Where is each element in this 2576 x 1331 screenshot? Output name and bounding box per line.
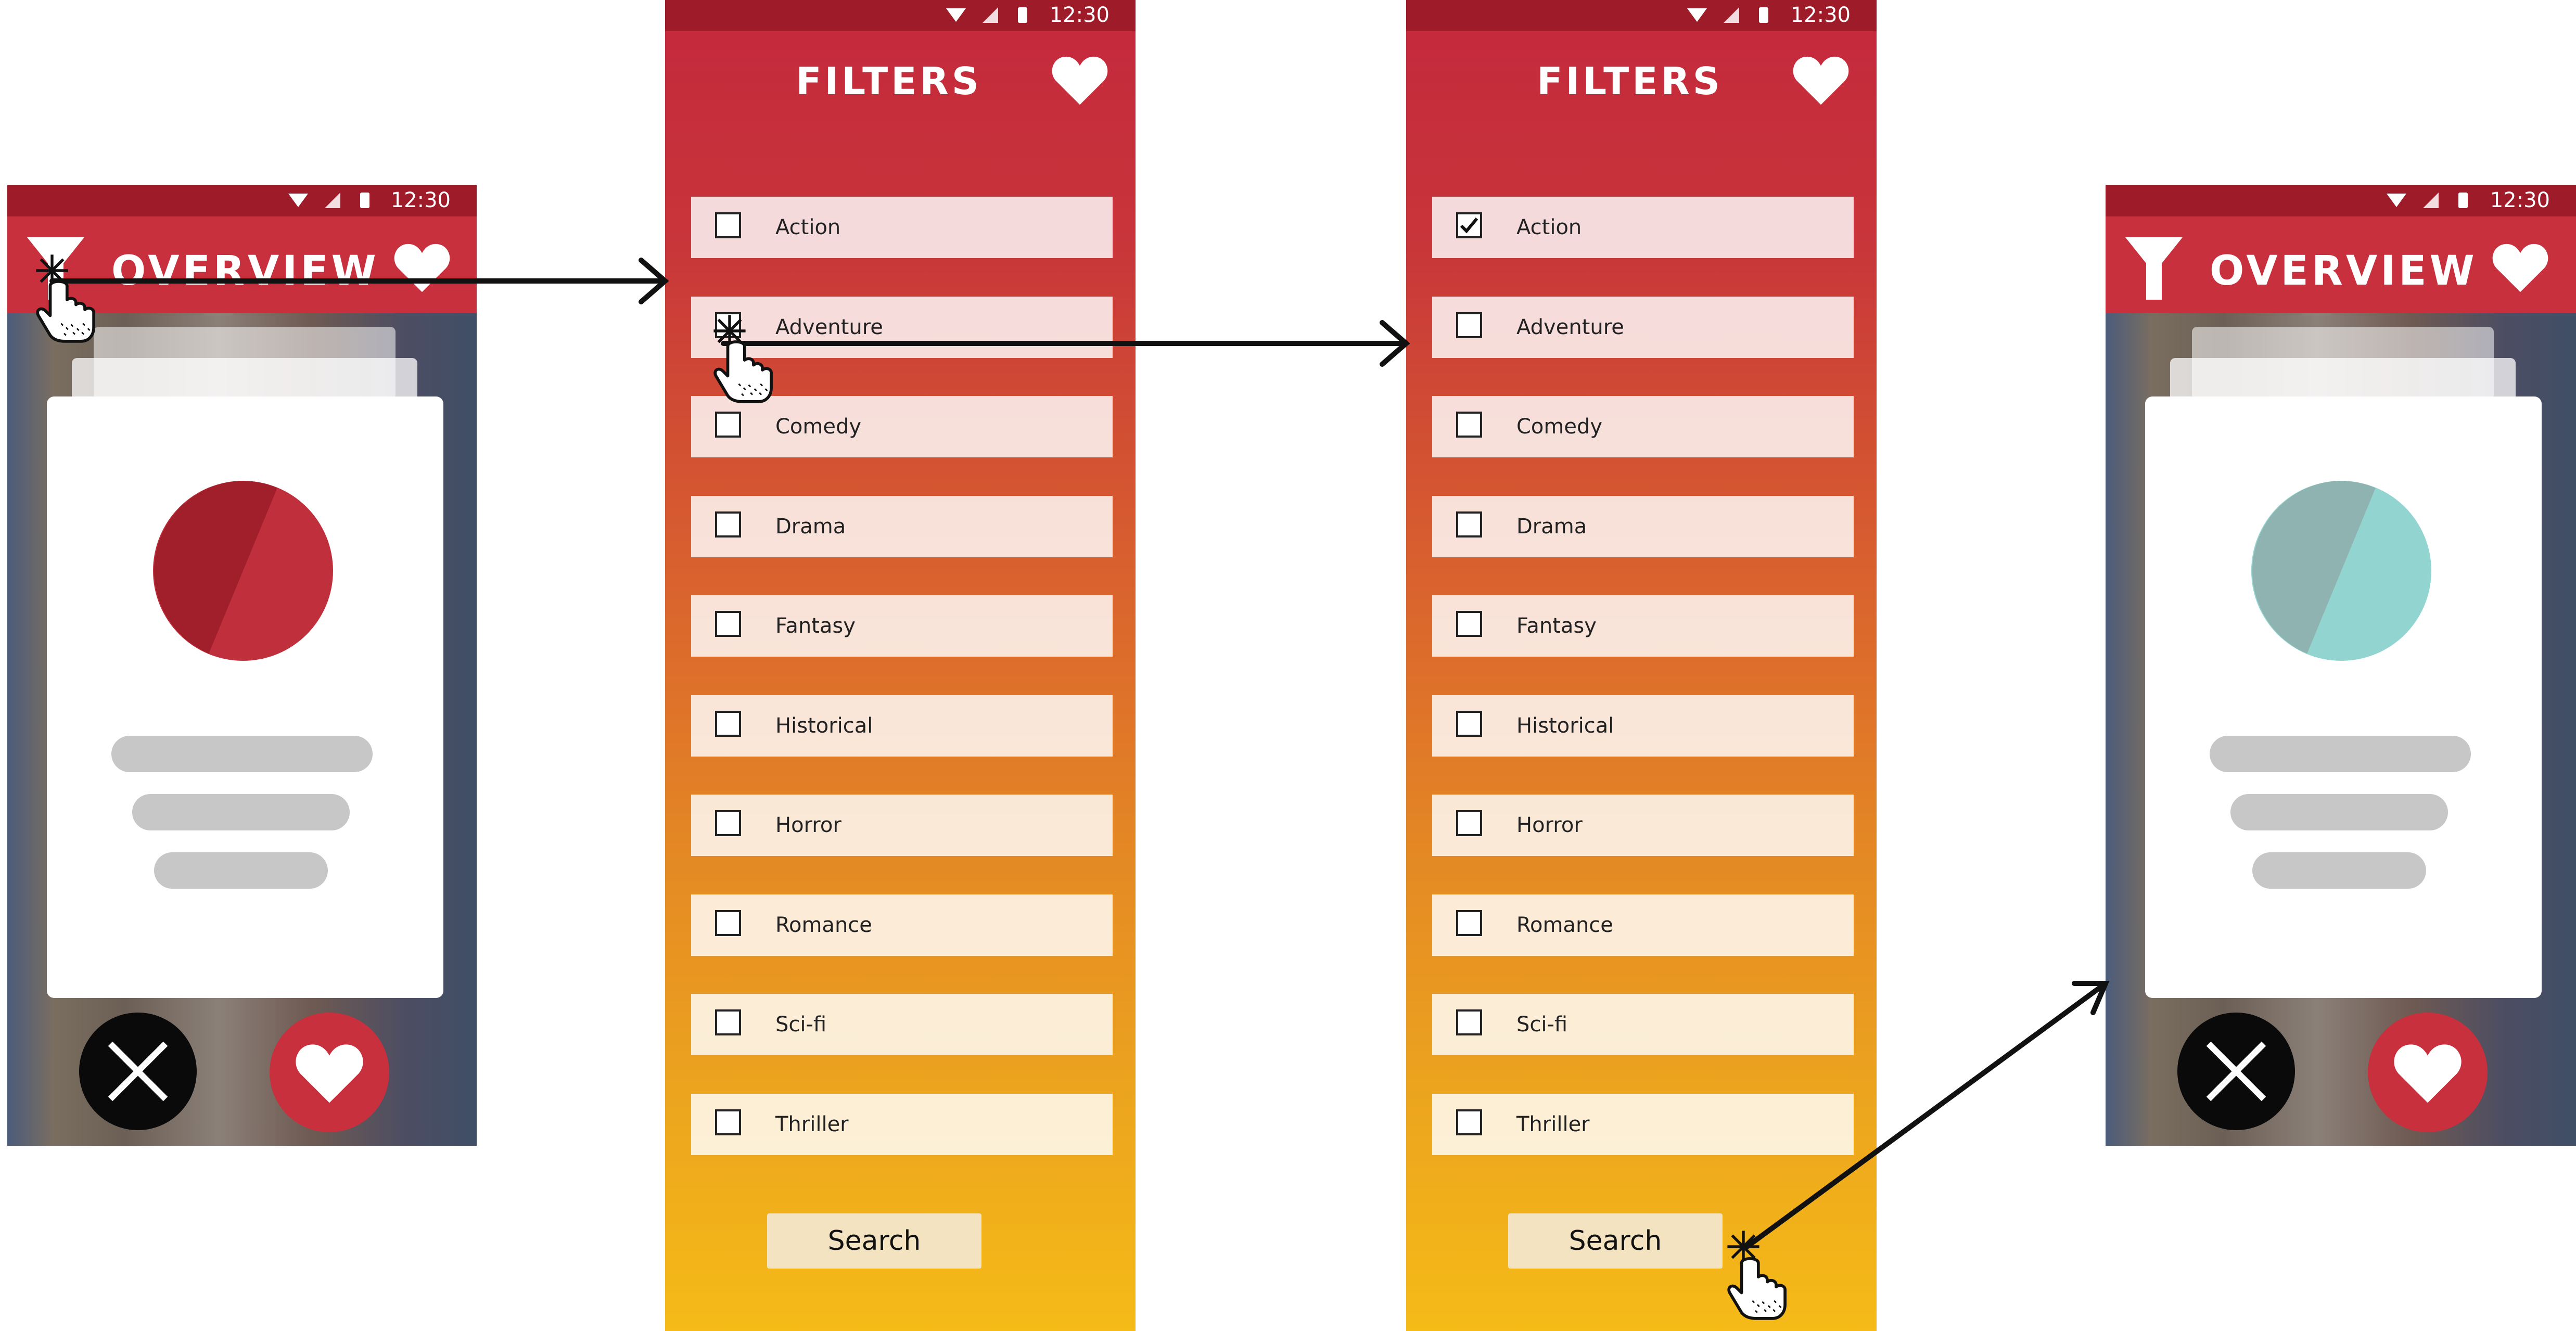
flow-arrow-open-filters (49, 258, 669, 304)
flow-overlay (0, 0, 2110, 1331)
hand-pointer-icon (715, 342, 771, 402)
flow-arrow-search-results (1743, 981, 2110, 1250)
flow-arrow-select-genre (721, 320, 1410, 367)
hand-pointer-icon (37, 281, 94, 341)
hand-pointer-icon (1729, 1259, 1785, 1319)
